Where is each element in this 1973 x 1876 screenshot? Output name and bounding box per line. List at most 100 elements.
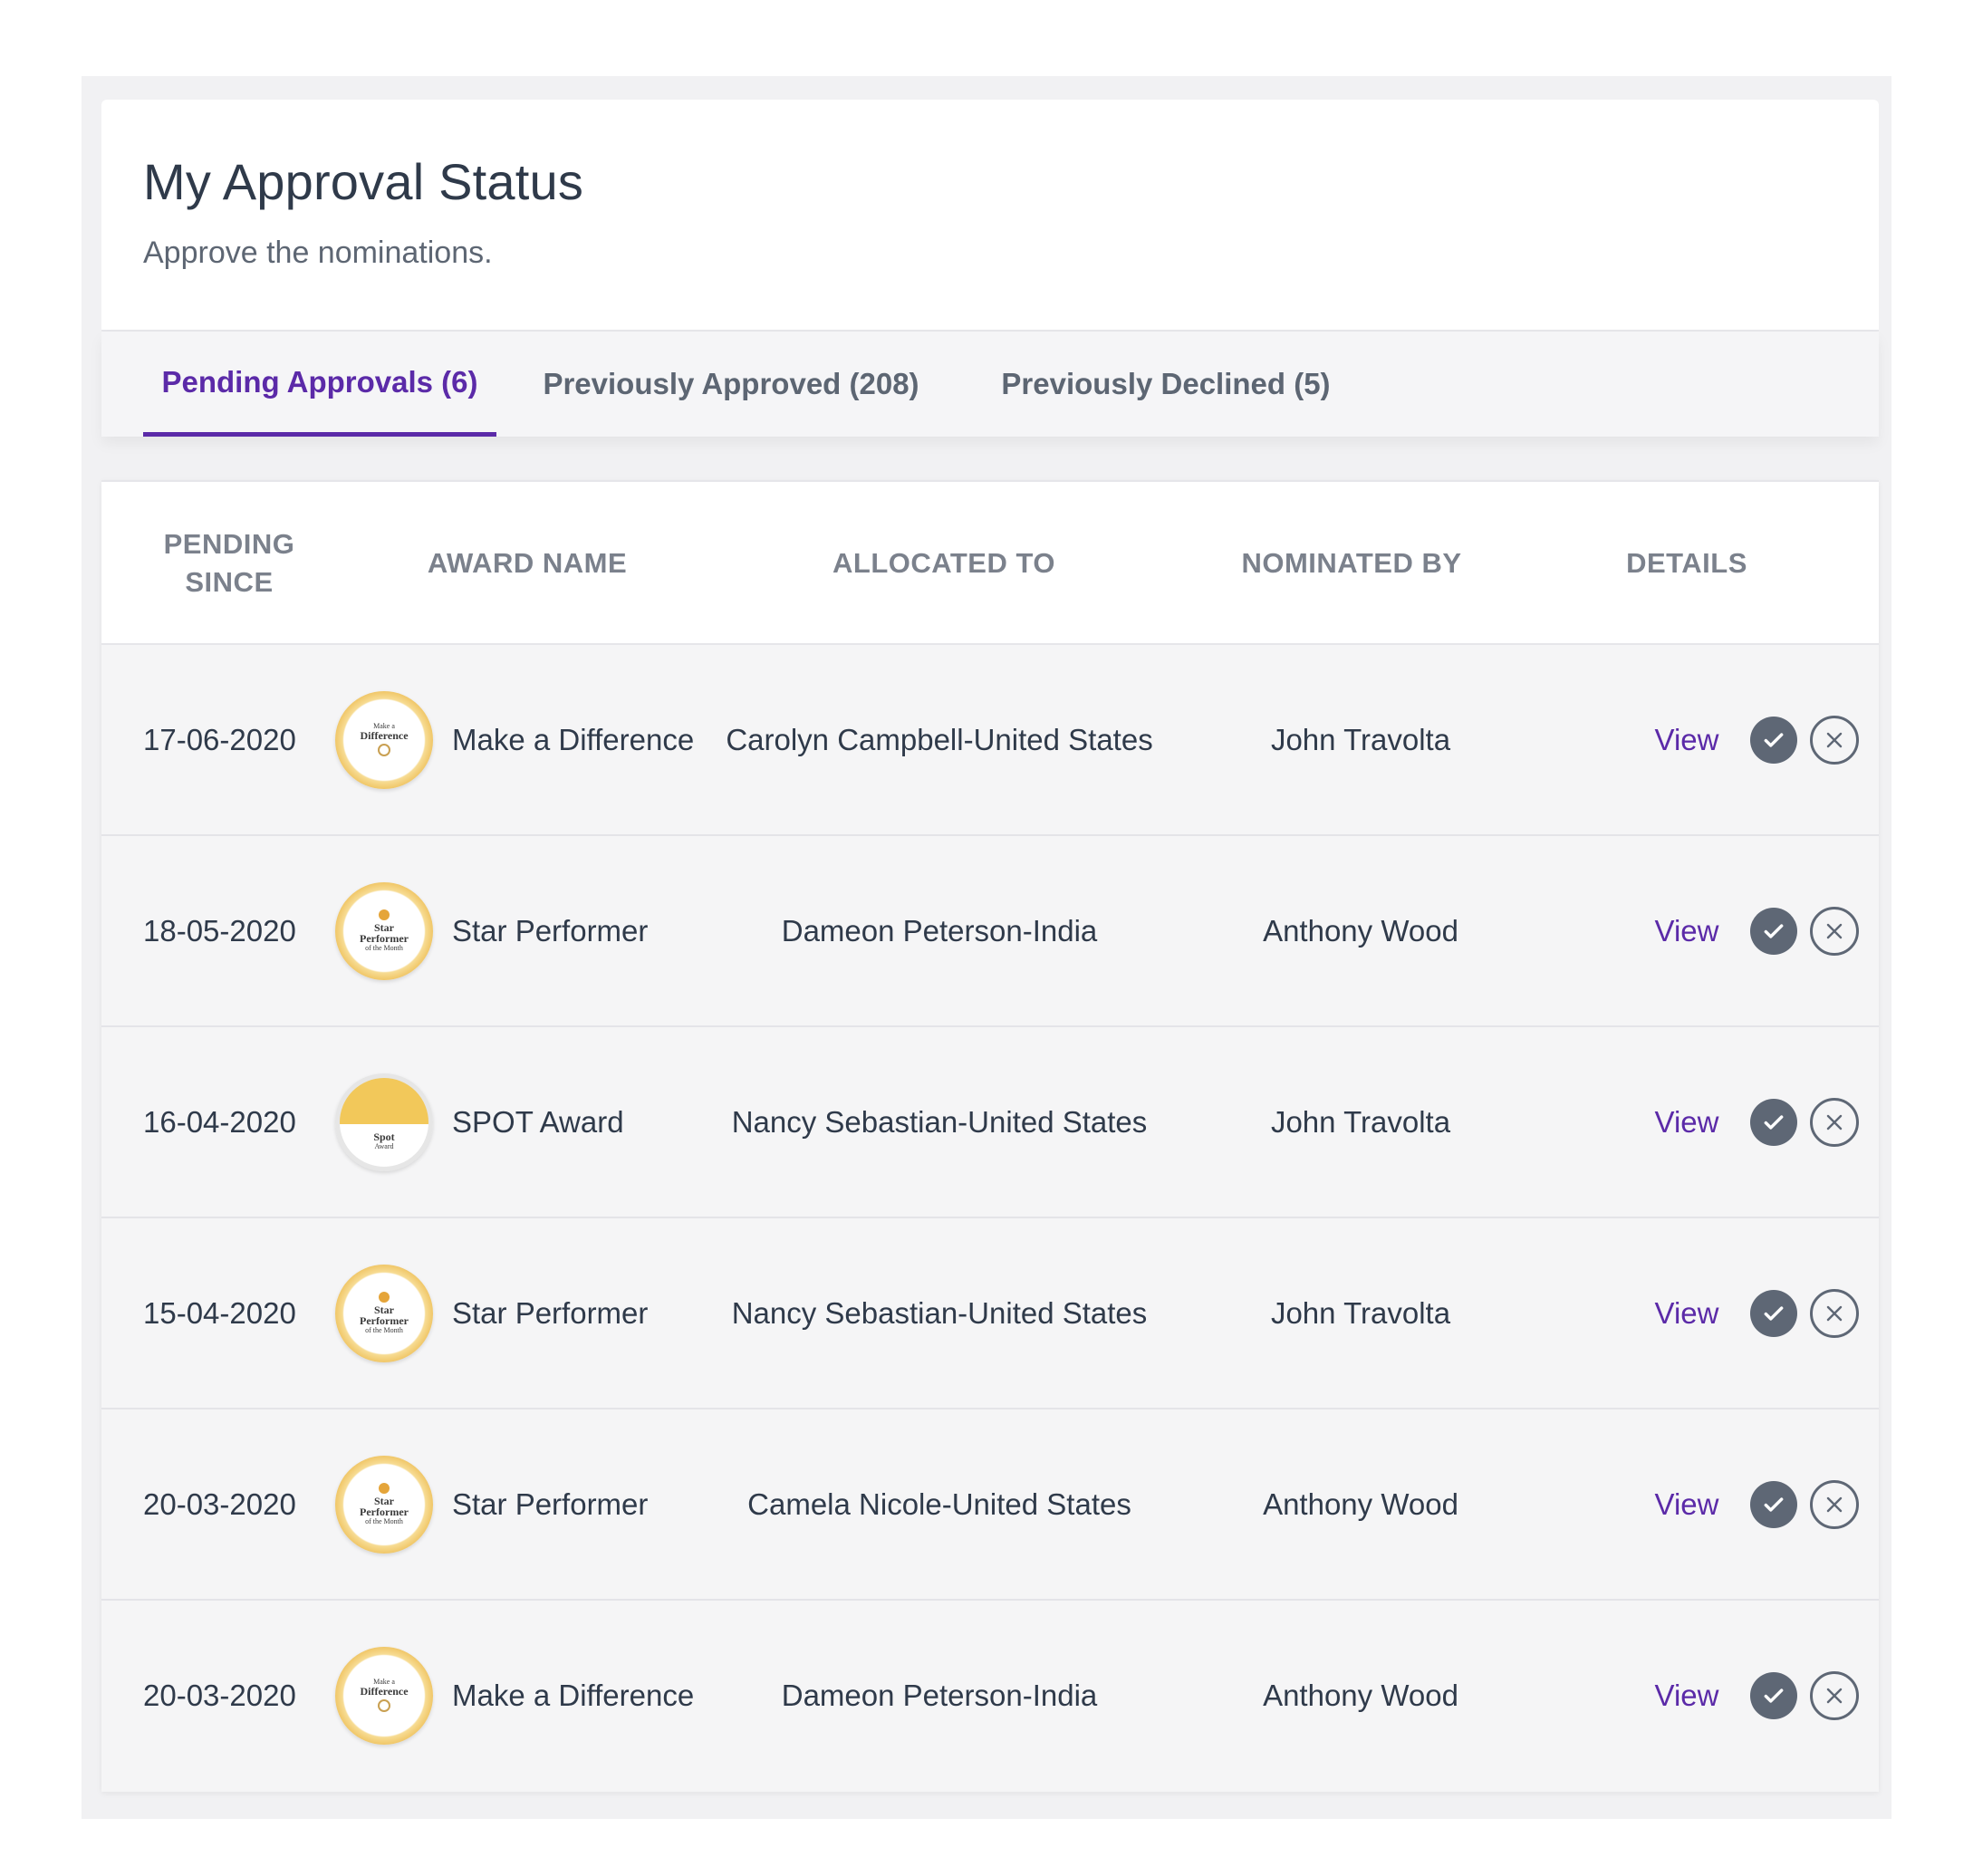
row-actions (1741, 645, 1868, 834)
table-header: PENDING SINCE AWARD NAME ALLOCATED TO NOM… (101, 480, 1879, 645)
nominated-by: Anthony Wood (1263, 1486, 1458, 1521)
award-badge-text: Star Performer of the Month (352, 1482, 416, 1526)
nominated-by: Anthony Wood (1263, 1678, 1458, 1712)
award-badge-icon: Spot Award (335, 1073, 433, 1171)
view-details-link[interactable]: View (1655, 914, 1719, 948)
approve-button[interactable] (1750, 1671, 1797, 1719)
view-details-link[interactable]: View (1655, 723, 1719, 757)
award-name: Star Performer (452, 913, 649, 948)
award-name: Make a Difference (452, 1678, 695, 1712)
column-header-pending-since-line1: PENDING (163, 528, 295, 561)
medal-icon (379, 1291, 390, 1303)
award-badge-text: Star Performer of the Month (352, 909, 416, 953)
pending-since-date: 18-05-2020 (143, 913, 296, 948)
check-icon (1764, 732, 1784, 747)
column-header-award-name: AWARD NAME (427, 547, 628, 580)
close-icon (1826, 1114, 1843, 1130)
view-details-link[interactable]: View (1655, 1679, 1719, 1713)
view-details-link[interactable]: View (1655, 1105, 1719, 1140)
table-row-2: 18-05-2020 Star Performer of the Month Sta… (101, 836, 1879, 1027)
allocated-to: Carolyn Campbell-United States (726, 722, 1153, 756)
approve-button[interactable] (1750, 1289, 1797, 1337)
decline-button[interactable] (1810, 715, 1859, 765)
row-actions (1741, 1601, 1868, 1790)
table-row-3: 16-04-2020 Spot Award SPOT Award Nancy Se… (101, 1027, 1879, 1218)
approve-button[interactable] (1750, 1098, 1797, 1146)
row-actions (1741, 1218, 1868, 1408)
tab-bar: Pending Approvals (6) Previously Approve… (101, 332, 1879, 437)
pending-since-date: 20-03-2020 (143, 1486, 296, 1521)
award-badge-icon: Make a Difference (335, 690, 433, 789)
pending-since-date: 20-03-2020 (143, 1678, 296, 1712)
award-name: Make a Difference (452, 722, 695, 756)
nominated-by: Anthony Wood (1263, 913, 1458, 948)
award-name: SPOT Award (452, 1104, 624, 1139)
approve-button[interactable] (1750, 1480, 1797, 1528)
page-subtitle: Approve the nominations. (143, 236, 493, 270)
award-badge-cell: Star Performer of the Month (332, 836, 436, 1025)
award-badge-icon: Make a Difference (335, 1646, 433, 1745)
close-icon (1826, 1496, 1843, 1512)
tab-pending-approvals[interactable]: Pending Approvals (6) (143, 332, 496, 437)
award-badge-cell: Make a Difference (332, 645, 436, 834)
award-name: Star Performer (452, 1486, 649, 1521)
column-header-details: DETAILS (1626, 547, 1747, 580)
pending-since-date: 17-06-2020 (143, 722, 296, 756)
check-icon (1764, 1496, 1784, 1512)
award-badge-cell: Star Performer of the Month (332, 1409, 436, 1599)
table-row-5: 20-03-2020 Star Performer of the Month Sta… (101, 1409, 1879, 1601)
pending-since-date: 15-04-2020 (143, 1295, 296, 1330)
ribbon-icon (378, 1699, 390, 1713)
check-icon (1764, 1688, 1784, 1703)
medal-icon (379, 909, 390, 920)
table-row-1: 17-06-2020 Make a Difference Make a Diffe… (101, 645, 1879, 836)
pending-since-date: 16-04-2020 (143, 1104, 296, 1139)
page-background: My Approval Status Approve the nominatio… (82, 76, 1891, 1819)
check-icon (1764, 923, 1784, 938)
approve-button[interactable] (1750, 907, 1797, 955)
allocated-to: Camela Nicole-United States (747, 1486, 1131, 1521)
close-icon (1826, 923, 1843, 938)
award-badge-text: Spot Award (373, 1130, 395, 1150)
approval-card: My Approval Status Approve the nominatio… (101, 100, 1879, 437)
tab-previously-declined[interactable]: Previously Declined (5) (980, 332, 1352, 437)
award-badge-text: Make a Difference (352, 722, 416, 757)
allocated-to: Nancy Sebastian-United States (731, 1104, 1148, 1139)
decline-button[interactable] (1810, 1288, 1859, 1338)
column-header-pending-since-line2: SINCE (185, 566, 274, 598)
decline-button[interactable] (1810, 1670, 1859, 1720)
table-row-6: 20-03-2020 Make a Difference Make a Diffe… (101, 1601, 1879, 1792)
award-badge-cell: Make a Difference (332, 1601, 436, 1790)
decline-button[interactable] (1810, 1097, 1859, 1147)
card-header: My Approval Status Approve the nominatio… (101, 100, 1879, 332)
check-icon (1764, 1305, 1784, 1321)
column-header-pending-since: PENDING SINCE (143, 482, 315, 645)
row-actions (1741, 1409, 1868, 1599)
award-badge-cell: Spot Award (332, 1027, 436, 1217)
award-badge-icon: Star Performer of the Month (335, 881, 433, 980)
approvals-table: PENDING SINCE AWARD NAME ALLOCATED TO NOM… (101, 480, 1879, 1792)
table-body: 17-06-2020 Make a Difference Make a Diffe… (101, 645, 1879, 1792)
table-row-4: 15-04-2020 Star Performer of the Month Sta… (101, 1218, 1879, 1409)
ribbon-icon (378, 744, 390, 757)
close-icon (1826, 732, 1843, 747)
nominated-by: John Travolta (1270, 1295, 1451, 1330)
view-details-link[interactable]: View (1655, 1296, 1719, 1331)
award-name: Star Performer (452, 1295, 649, 1330)
allocated-to: Dameon Peterson-India (781, 913, 1098, 948)
column-header-nominated-by: NOMINATED BY (1241, 547, 1462, 580)
view-details-link[interactable]: View (1655, 1487, 1719, 1522)
close-icon (1826, 1688, 1843, 1703)
medal-icon (379, 1482, 390, 1494)
decline-button[interactable] (1810, 1479, 1859, 1529)
nominated-by: John Travolta (1270, 722, 1451, 756)
award-badge-text: Make a Difference (352, 1678, 416, 1713)
page-title: My Approval Status (143, 153, 584, 210)
tab-previously-approved[interactable]: Previously Approved (208) (527, 332, 935, 437)
allocated-to: Dameon Peterson-India (781, 1678, 1098, 1712)
column-header-allocated-to: ALLOCATED TO (833, 547, 1055, 580)
decline-button[interactable] (1810, 906, 1859, 956)
allocated-to: Nancy Sebastian-United States (731, 1295, 1148, 1330)
award-badge-cell: Star Performer of the Month (332, 1218, 436, 1408)
approve-button[interactable] (1750, 716, 1797, 764)
